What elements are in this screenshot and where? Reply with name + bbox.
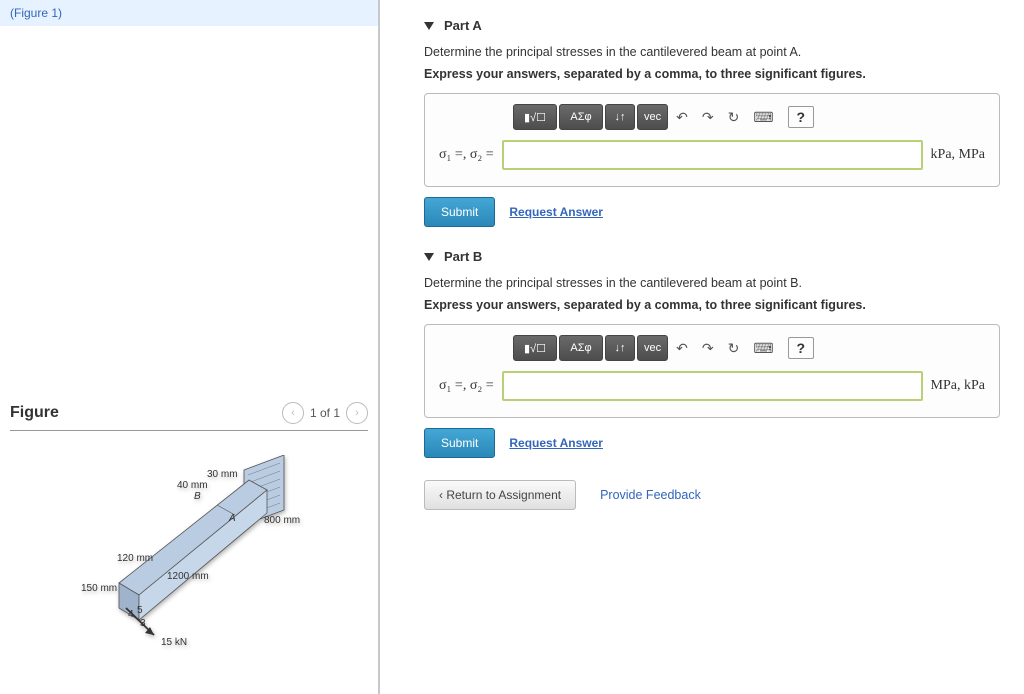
- collapse-icon[interactable]: [424, 253, 434, 261]
- part-b: Part B Determine the principal stresses …: [424, 249, 1000, 458]
- sigma-label: σ₁ =, σ₂ =: [439, 378, 494, 394]
- provide-feedback-link[interactable]: Provide Feedback: [600, 488, 701, 502]
- fraction-button[interactable]: ▮√☐: [513, 104, 557, 130]
- figure-prev-button[interactable]: ‹: [282, 402, 304, 424]
- submit-button[interactable]: Submit: [424, 197, 495, 227]
- part-title: Part B: [444, 249, 482, 264]
- svg-text:4: 4: [128, 609, 134, 620]
- figure-diagram: 30 mm 40 mm B A 800 mm 120 mm 1200 mm 15…: [10, 455, 368, 655]
- figure-header: Figure ‹ 1 of 1 ›: [10, 396, 368, 431]
- subscript-button[interactable]: ↓↑: [605, 335, 635, 361]
- greek-button[interactable]: ΑΣφ: [559, 104, 603, 130]
- answer-box: ▮√☐ ΑΣφ ↓↑ vec ↶ ↷ ↻ ⌨ ? σ₁ =, σ₂ = kPa,…: [424, 93, 1000, 187]
- svg-text:150 mm: 150 mm: [81, 583, 117, 594]
- redo-icon[interactable]: ↷: [696, 340, 720, 357]
- svg-text:3: 3: [140, 618, 146, 629]
- svg-text:120 mm: 120 mm: [117, 553, 153, 564]
- instruction-text: Express your answers, separated by a com…: [424, 67, 1000, 81]
- undo-icon[interactable]: ↶: [670, 340, 694, 357]
- figure-reference: (Figure 1): [0, 0, 378, 26]
- svg-text:40 mm: 40 mm: [177, 480, 208, 491]
- figure-title: Figure: [10, 404, 59, 422]
- collapse-icon[interactable]: [424, 22, 434, 30]
- svg-text:30 mm: 30 mm: [207, 469, 238, 480]
- help-icon[interactable]: ?: [788, 106, 815, 128]
- keyboard-icon[interactable]: ⌨: [747, 109, 779, 126]
- vector-button[interactable]: vec: [637, 335, 668, 361]
- reset-icon[interactable]: ↻: [722, 109, 746, 126]
- vector-button[interactable]: vec: [637, 104, 668, 130]
- keyboard-icon[interactable]: ⌨: [747, 340, 779, 357]
- figure-next-button[interactable]: ›: [346, 402, 368, 424]
- sigma-label: σ₁ =, σ₂ =: [439, 147, 494, 163]
- prompt-text: Determine the principal stresses in the …: [424, 276, 1000, 290]
- answer-box: ▮√☐ ΑΣφ ↓↑ vec ↶ ↷ ↻ ⌨ ? σ₁ =, σ₂ = MPa,…: [424, 324, 1000, 418]
- fraction-button[interactable]: ▮√☐: [513, 335, 557, 361]
- svg-text:B: B: [194, 491, 201, 502]
- prompt-text: Determine the principal stresses in the …: [424, 45, 1000, 59]
- part-a: Part A Determine the principal stresses …: [424, 18, 1000, 227]
- return-button[interactable]: ‹ Return to Assignment: [424, 480, 576, 510]
- equation-toolbar: ▮√☐ ΑΣφ ↓↑ vec ↶ ↷ ↻ ⌨ ?: [513, 335, 985, 361]
- units-label: kPa, MPa: [931, 147, 985, 163]
- greek-button[interactable]: ΑΣφ: [559, 335, 603, 361]
- submit-button[interactable]: Submit: [424, 428, 495, 458]
- part-title: Part A: [444, 18, 482, 33]
- svg-text:5: 5: [137, 605, 143, 616]
- equation-toolbar: ▮√☐ ΑΣφ ↓↑ vec ↶ ↷ ↻ ⌨ ?: [513, 104, 985, 130]
- svg-text:800 mm: 800 mm: [264, 515, 300, 526]
- reset-icon[interactable]: ↻: [722, 340, 746, 357]
- svg-text:1200 mm: 1200 mm: [167, 571, 209, 582]
- instruction-text: Express your answers, separated by a com…: [424, 298, 1000, 312]
- redo-icon[interactable]: ↷: [696, 109, 720, 126]
- request-answer-link[interactable]: Request Answer: [509, 205, 603, 219]
- svg-text:15 kN: 15 kN: [161, 637, 187, 648]
- request-answer-link[interactable]: Request Answer: [509, 436, 603, 450]
- help-icon[interactable]: ?: [788, 337, 815, 359]
- svg-text:A: A: [228, 513, 236, 524]
- units-label: MPa, kPa: [931, 378, 985, 394]
- figure-counter: 1 of 1: [310, 406, 340, 420]
- answer-input[interactable]: [502, 371, 923, 401]
- answer-input[interactable]: [502, 140, 923, 170]
- subscript-button[interactable]: ↓↑: [605, 104, 635, 130]
- undo-icon[interactable]: ↶: [670, 109, 694, 126]
